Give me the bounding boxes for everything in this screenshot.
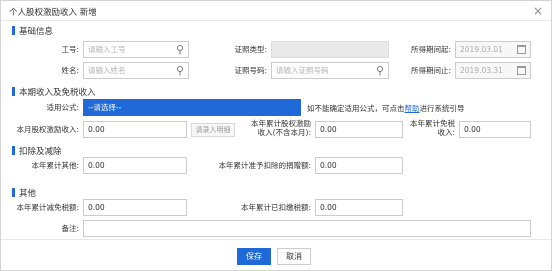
employee-no-input[interactable]: 请输入工号 ⚲ bbox=[83, 41, 189, 58]
remark-label: 备注: bbox=[61, 224, 79, 233]
section-basic-title: 基础信息 bbox=[11, 26, 54, 37]
id-no-input[interactable]: 请输入证照号码 ⚲ bbox=[271, 62, 389, 79]
cum-reduce-input[interactable]: 0.00 bbox=[83, 199, 187, 216]
formula-hint-tail: 进行系统引导 bbox=[419, 104, 465, 113]
cum-paid-input[interactable]: 0.00 bbox=[315, 199, 403, 216]
cum-income-label: 本年累计股权激励 收入(不含本月): bbox=[239, 119, 311, 137]
period-end-value: 2019.03.31 bbox=[460, 66, 503, 75]
search-icon[interactable]: ⚲ bbox=[176, 64, 184, 77]
period-end-label: 所得期间止: bbox=[410, 66, 451, 75]
section-other-title: 其他 bbox=[11, 188, 37, 199]
import-detail-button[interactable]: 请录入明细 bbox=[191, 123, 235, 137]
employee-no-placeholder: 请输入工号 bbox=[88, 45, 126, 54]
formula-select[interactable]: --请选择-- bbox=[83, 99, 301, 116]
period-start-label: 所得期间起: bbox=[410, 45, 451, 54]
cum-exempt-label: 本年累计免税 收入: bbox=[401, 119, 455, 137]
help-link[interactable]: 帮助 bbox=[405, 104, 420, 113]
donation-label: 本年累计准予扣除的捐赠额: bbox=[218, 161, 311, 170]
period-start-field[interactable]: 2019.03.01 bbox=[455, 41, 531, 58]
id-type-select[interactable] bbox=[271, 41, 389, 58]
cum-exempt-label-line1: 本年累计免税 bbox=[410, 119, 455, 128]
save-button[interactable]: 保存 bbox=[237, 248, 271, 265]
formula-label: 适用公式: bbox=[46, 103, 79, 112]
dialog: 个人股权激励收入 新增 × 基础信息 工号: 请输入工号 ⚲ 证照类型: 所得期… bbox=[0, 0, 552, 271]
name-input[interactable]: 请输入姓名 ⚲ bbox=[83, 62, 189, 79]
donation-input[interactable]: 0.00 bbox=[315, 157, 403, 174]
cum-income-input[interactable]: 0.00 bbox=[315, 121, 403, 138]
id-no-placeholder: 请输入证照号码 bbox=[276, 66, 329, 75]
search-icon[interactable]: ⚲ bbox=[176, 43, 184, 56]
name-placeholder: 请输入姓名 bbox=[88, 66, 126, 75]
cum-other-label: 本年累计其他: bbox=[31, 161, 79, 170]
cum-reduce-label: 本年累计减免税额: bbox=[16, 203, 79, 212]
employee-no-label: 工号: bbox=[61, 45, 79, 54]
cum-other-input[interactable]: 0.00 bbox=[83, 157, 187, 174]
calendar-icon[interactable] bbox=[517, 66, 526, 75]
id-no-label: 证照号码: bbox=[234, 66, 267, 75]
cum-income-label-line2: 收入(不含本月): bbox=[257, 128, 311, 137]
cum-paid-label: 本年累计已扣缴税额: bbox=[240, 203, 311, 212]
search-icon[interactable]: ⚲ bbox=[376, 64, 384, 77]
remark-input[interactable] bbox=[83, 220, 531, 237]
section-income-title: 本期收入及免税收入 bbox=[12, 87, 96, 98]
monthly-income-label: 本月股权激励收入: bbox=[16, 125, 79, 134]
section-deduct-title: 扣除及减除 bbox=[12, 146, 62, 157]
period-end-field[interactable]: 2019.03.31 bbox=[455, 62, 531, 79]
dialog-titlebar: 个人股权激励收入 新增 × bbox=[1, 1, 551, 21]
cum-income-label-line1: 本年累计股权激励 bbox=[251, 119, 311, 128]
cum-exempt-input[interactable]: 0.00 bbox=[459, 121, 531, 138]
formula-hint-text: 如不能确定适用公式，可点击 bbox=[307, 104, 405, 113]
cum-exempt-label-line2: 收入: bbox=[437, 128, 455, 137]
dialog-title: 个人股权激励收入 新增 bbox=[9, 8, 97, 18]
close-icon[interactable]: × bbox=[533, 4, 543, 18]
id-type-label: 证照类型: bbox=[234, 45, 267, 54]
monthly-income-input[interactable]: 0.00 bbox=[83, 121, 187, 138]
footer-divider bbox=[1, 239, 551, 240]
calendar-icon[interactable] bbox=[517, 45, 526, 54]
name-label: 姓名: bbox=[61, 66, 79, 75]
formula-hint: 如不能确定适用公式，可点击帮助进行系统引导 bbox=[307, 103, 465, 114]
cancel-button[interactable]: 取消 bbox=[277, 248, 311, 265]
period-start-value: 2019.03.01 bbox=[460, 45, 503, 54]
